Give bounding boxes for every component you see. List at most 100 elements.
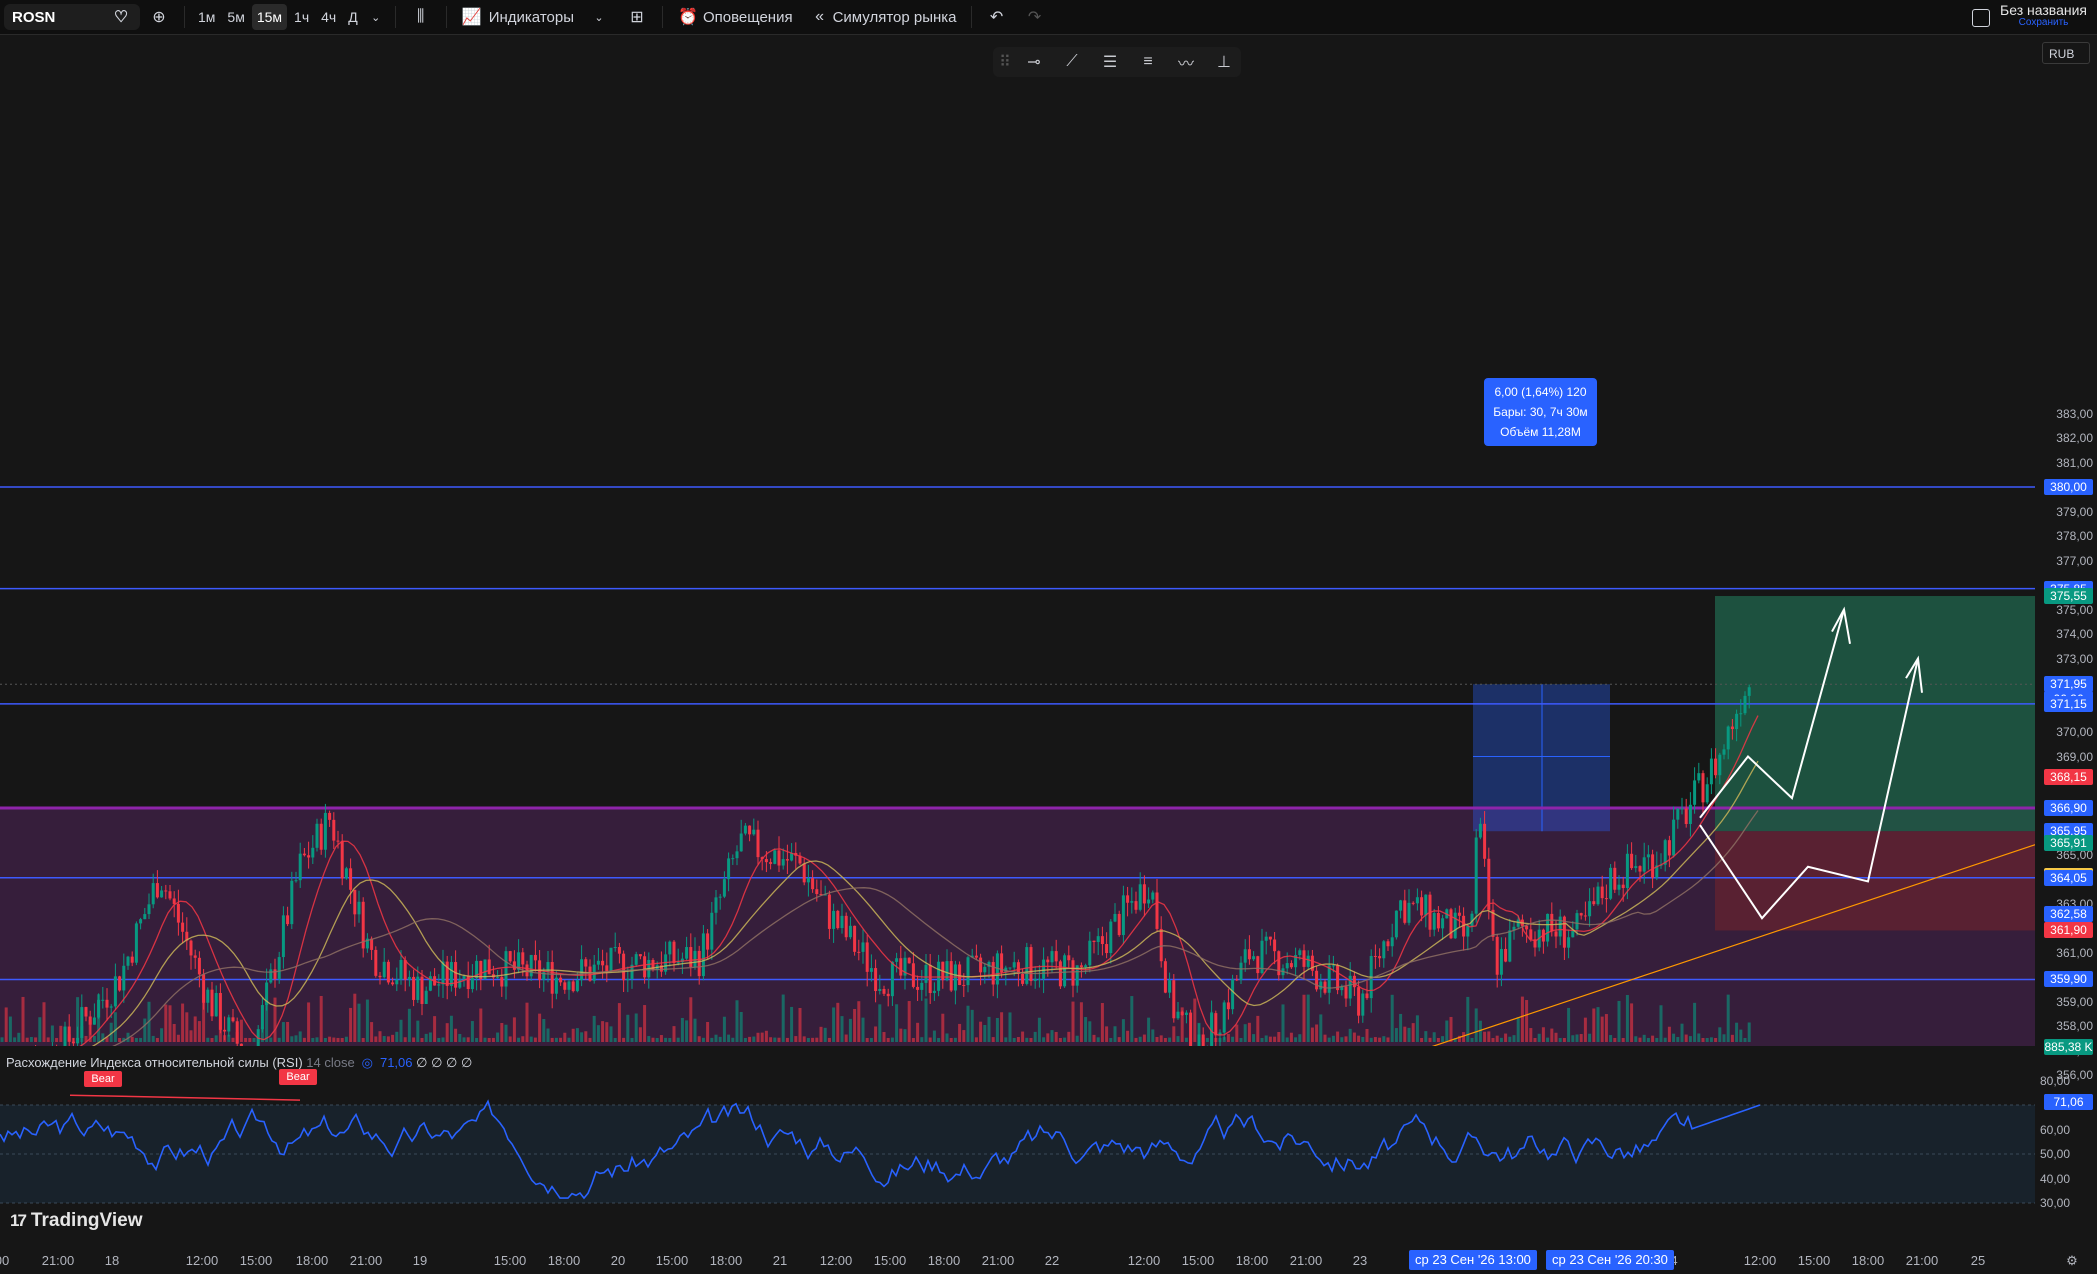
time-axis[interactable]: 00 21:00 18 12:00 15:00 18:00 21:00 19 15:00 18:0… <box>0 1248 2097 1274</box>
candle-body <box>105 999 109 1008</box>
volume-bar <box>1159 1035 1163 1042</box>
volume-bar <box>773 1037 777 1042</box>
volume-bar <box>1554 1032 1558 1042</box>
volume-bar <box>1134 1037 1138 1042</box>
compare-button[interactable]: ⊕ <box>140 0 178 34</box>
candle-body <box>1361 993 1365 1016</box>
rsi-legend[interactable]: Расхождение Индекса относительной силы (… <box>6 1055 472 1071</box>
time-label: 15:00 <box>1181 1253 1215 1268</box>
fib-retracement-icon[interactable]: ☰ <box>1095 50 1125 74</box>
price-axis[interactable]: 383,00 382,00 381,00 379,00 378,00 377,00 375,… <box>2035 36 2097 1083</box>
candle-body <box>1315 970 1319 990</box>
rsi-axis-label: 80,00 <box>2040 1073 2071 1088</box>
volume-bar <box>794 1036 798 1042</box>
volume-bar <box>806 1038 810 1042</box>
volume-bar <box>731 1037 735 1042</box>
volume-bar <box>458 1033 462 1042</box>
candle-body <box>550 962 554 994</box>
candle-body <box>1172 980 1176 1019</box>
chevron-down-icon[interactable]: ⌄ <box>365 11 387 24</box>
candle-body <box>580 959 584 981</box>
price-label: 383,00 <box>2056 406 2093 421</box>
settings-refresh-icon[interactable]: ◎ <box>358 1055 376 1071</box>
candle-body <box>559 977 563 983</box>
candle-body <box>928 964 932 994</box>
timeframe-4h[interactable]: 4ч <box>316 9 341 25</box>
path-icon[interactable]: 〰 <box>1171 50 1201 74</box>
volume-bar <box>55 1037 59 1042</box>
candle-body <box>1415 897 1419 904</box>
candle-body <box>1109 921 1113 954</box>
trend-line-icon[interactable]: ⟋ <box>1057 50 1087 74</box>
symbol-search[interactable]: ROSN ♡ <box>4 4 140 30</box>
volume-bar <box>1113 1026 1117 1042</box>
volume-bar <box>1142 1034 1146 1042</box>
volume-bar <box>210 1037 214 1042</box>
candle-body <box>1319 981 1323 990</box>
volume-bar <box>164 1004 168 1042</box>
layout-save-text[interactable]: Сохранить <box>2000 18 2087 28</box>
timeframe-5m[interactable]: 5м <box>222 9 249 25</box>
timeframe-15m[interactable]: 15м <box>251 4 288 30</box>
price-chart[interactable] <box>0 36 2035 1046</box>
candle-body <box>1113 913 1117 922</box>
candle-body <box>1546 913 1550 942</box>
timeframe-1d[interactable]: Д <box>343 9 362 25</box>
timeframe-1h[interactable]: 1ч <box>289 9 314 25</box>
undo-button[interactable]: ↶ <box>978 0 1016 34</box>
candle-body <box>374 949 378 976</box>
volume-bar <box>890 1037 894 1042</box>
candle-body <box>1604 898 1608 900</box>
candle-body <box>1394 910 1398 938</box>
candle-body <box>1105 944 1109 954</box>
tradingview-logo[interactable]: 17 TradingView <box>10 1210 143 1232</box>
replay-button[interactable]: « Симулятор рынка <box>801 0 965 34</box>
volume-bar <box>1277 1031 1281 1042</box>
volume-bar <box>1642 1034 1646 1042</box>
layout-title[interactable]: Без названия Сохранить <box>2000 2 2087 28</box>
volume-bar <box>361 1037 365 1042</box>
volume-bar <box>1411 1023 1415 1042</box>
alerts-button[interactable]: ⏰ Оповещения <box>669 0 801 34</box>
volume-bar <box>1117 1037 1121 1042</box>
candle-body <box>1420 897 1424 916</box>
redo-icon: ↷ <box>1027 9 1042 26</box>
rsi-axis-label: 30,00 <box>2040 1196 2071 1210</box>
layout-checkbox[interactable] <box>1972 9 1991 27</box>
candle-body <box>966 957 970 986</box>
parallel-channel-icon[interactable]: ≡ <box>1133 50 1163 74</box>
volume-bar <box>1197 1022 1201 1042</box>
candle-body <box>907 957 911 964</box>
volume-bar <box>1693 1002 1697 1042</box>
candle-body <box>634 954 638 965</box>
rsi-name: Расхождение Индекса относительной силы (… <box>6 1055 303 1070</box>
long-position-icon[interactable]: ⊥ <box>1209 50 1239 74</box>
volume-bar <box>701 1037 705 1042</box>
volume-bar <box>328 1036 332 1042</box>
indicators-button[interactable]: 📈 Индикаторы ⌄ <box>453 0 618 34</box>
volume-bar <box>1508 1036 1512 1042</box>
volume-bar <box>139 1037 143 1042</box>
volume-bar <box>1609 1035 1613 1042</box>
redo-button[interactable]: ↷ <box>1016 0 1054 34</box>
layouts-button[interactable]: ⊞ <box>618 0 656 34</box>
horizontal-ray-icon[interactable]: ⊸ <box>1019 50 1049 74</box>
candle-body <box>920 982 924 990</box>
timeframe-1m[interactable]: 1м <box>193 9 220 25</box>
candle-body <box>298 853 302 881</box>
candle-body <box>1033 978 1037 982</box>
drag-handle-icon[interactable]: ⠿ <box>999 50 1011 74</box>
candle-body <box>609 947 613 972</box>
gear-icon[interactable]: ⚙ <box>2066 1253 2078 1269</box>
candle-body <box>1331 965 1335 967</box>
chart-type-button[interactable]: ⫼ <box>402 0 440 34</box>
candle-body <box>151 883 155 905</box>
volume-bar <box>1138 1036 1142 1042</box>
candle-body <box>1365 993 1369 999</box>
candle-body <box>399 959 403 980</box>
heart-icon[interactable]: ♡ <box>110 7 132 27</box>
volume-bar <box>869 1037 873 1042</box>
volume-bar <box>1378 1037 1382 1042</box>
volume-bar <box>1735 1022 1739 1042</box>
volume-bar <box>4 1007 8 1042</box>
